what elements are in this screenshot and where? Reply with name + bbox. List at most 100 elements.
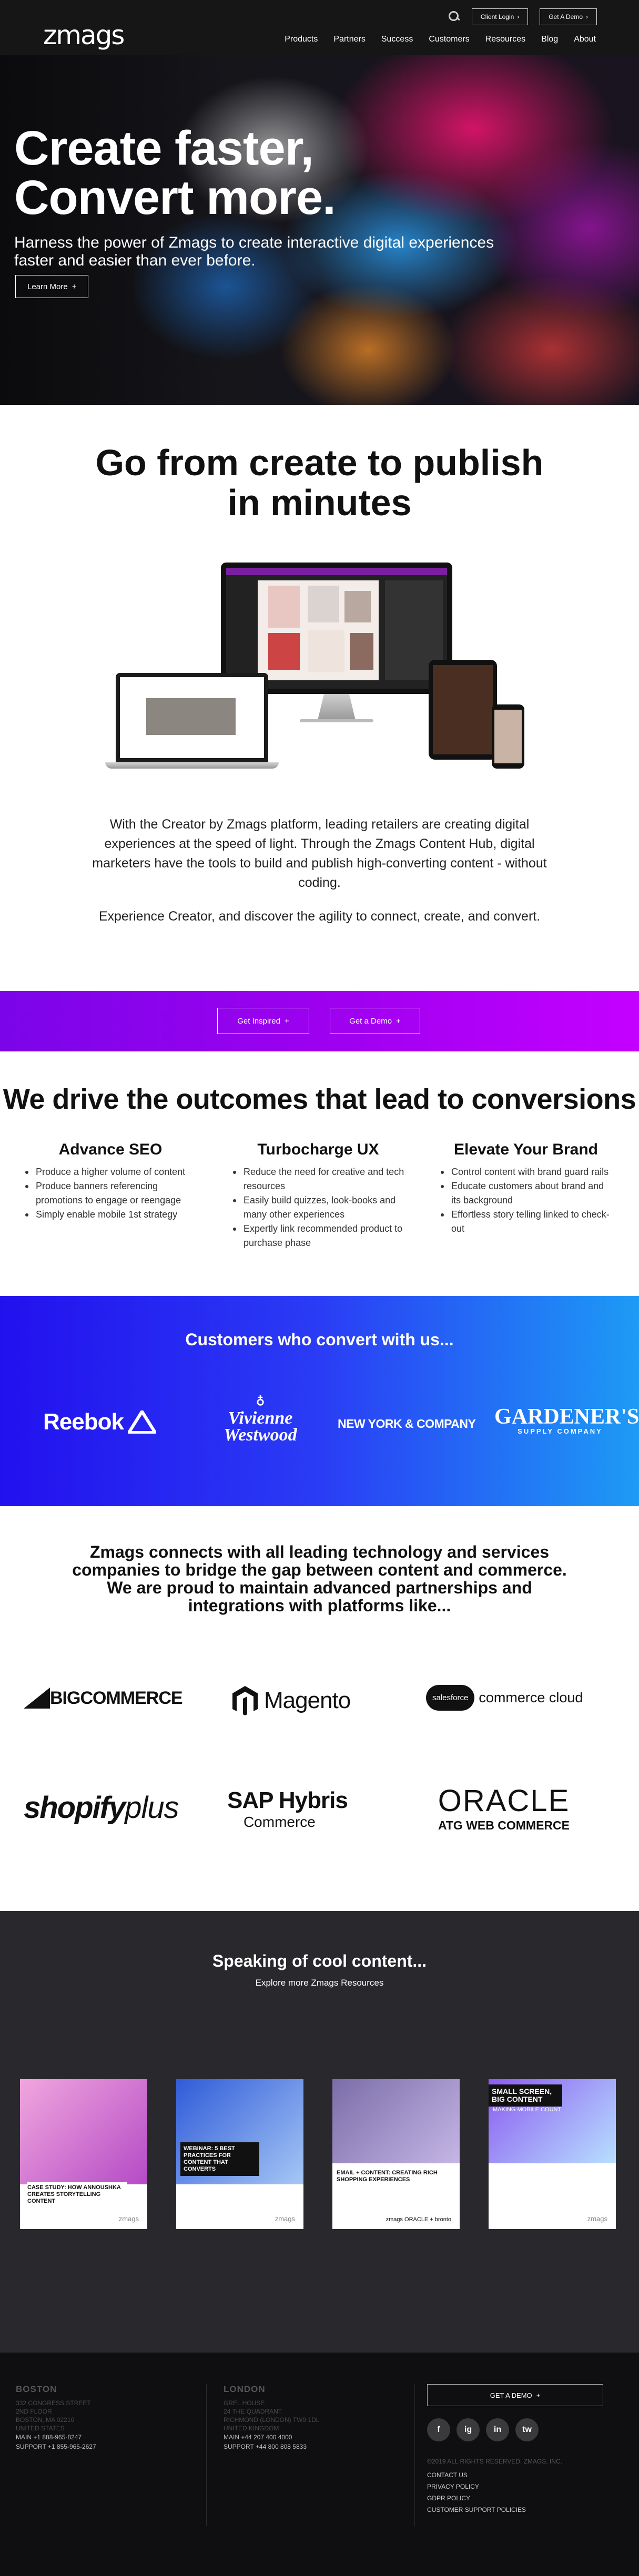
- nav-customers[interactable]: Customers: [429, 35, 469, 44]
- card-caption: EMAIL + CONTENT: CREATING RICH SHOPPING …: [337, 2170, 438, 2183]
- column-title: Elevate Your Brand: [454, 1141, 598, 1158]
- shopify-plus-logo: shopify plus: [24, 1790, 179, 1825]
- nav-about[interactable]: About: [574, 35, 596, 44]
- magento-mark-icon: [232, 1686, 258, 1715]
- list-item: Produce banners referencing promotions t…: [25, 1179, 200, 1208]
- resource-card-small-screen[interactable]: SMALL SCREEN, BIG CONTENT MAKING MOBILE …: [489, 2079, 616, 2229]
- nav-success[interactable]: Success: [381, 35, 413, 44]
- site-header: zmags Client Login › Get A Demo › Products…: [0, 0, 639, 55]
- card-caption: WEBINAR: 5 BEST PRACTICES FOR CONTENT TH…: [180, 2142, 259, 2176]
- resources-section: Speaking of cool content... Explore more…: [0, 1911, 639, 2353]
- laptop-image: [116, 673, 268, 762]
- footer-link-support[interactable]: CUSTOMER SUPPORT POLICIES: [427, 2504, 526, 2516]
- footer-links: CONTACT US PRIVACY POLICY GDPR POLICY CU…: [427, 2469, 526, 2516]
- footer-get-demo-button[interactable]: GET A DEMO +: [427, 2384, 603, 2406]
- search-icon[interactable]: [448, 11, 460, 23]
- support-phone[interactable]: SUPPORT +44 800 808 5833: [224, 2442, 319, 2451]
- tablet-image: [429, 660, 497, 760]
- bigcommerce-mark-icon: [24, 1688, 50, 1709]
- gardeners-wordmark: GARDENER'S: [494, 1405, 639, 1429]
- hero-title: Create faster, Convert more.: [14, 124, 336, 222]
- phone-image: [492, 704, 524, 769]
- list-item: Easily build quizzes, look-books and man…: [233, 1193, 408, 1222]
- salesforce-commerce-logo: salesforce commerce cloud: [426, 1685, 583, 1711]
- list-item: Effortless story telling linked to check…: [441, 1208, 615, 1236]
- list-item: Reduce the need for creative and tech re…: [233, 1165, 408, 1193]
- nav-products[interactable]: Products: [285, 35, 318, 44]
- sap-hybris-wordmark: SAP Hybris: [227, 1787, 348, 1813]
- outcomes-section: We drive the outcomes that lead to conve…: [0, 1051, 639, 1296]
- chevron-right-icon: ›: [517, 13, 520, 21]
- create-paragraph-1: With the Creator by Zmags platform, lead…: [92, 817, 547, 890]
- main-phone[interactable]: MAIN +1 888-965-8247: [16, 2432, 96, 2442]
- linkedin-icon[interactable]: in: [486, 2418, 509, 2441]
- hero-title-line1: Create faster,: [14, 121, 314, 175]
- learn-more-button[interactable]: Learn More +: [15, 275, 89, 298]
- main-phone[interactable]: MAIN +44 207 400 4000: [224, 2432, 319, 2442]
- create-title-line1: Go from create to publish: [95, 442, 544, 483]
- card-brand: zmags: [275, 2215, 295, 2223]
- address-line: 2ND FLOOR: [16, 2408, 52, 2415]
- get-demo-button[interactable]: Get A Demo ›: [540, 8, 597, 25]
- hero-title-line2: Convert more.: [14, 171, 336, 224]
- create-paragraph-2: Experience Creator, and discover the agi…: [98, 909, 541, 924]
- sap-commerce-wordmark: Commerce: [243, 1814, 316, 1830]
- plus-icon: +: [72, 282, 77, 291]
- outcomes-title: We drive the outcomes that lead to conve…: [3, 1083, 636, 1115]
- commerce-cloud-wordmark: commerce cloud: [479, 1690, 583, 1705]
- client-login-button[interactable]: Client Login ›: [471, 8, 529, 25]
- magento-wordmark: Magento: [264, 1688, 351, 1713]
- oracle-wordmark: ORACLE: [438, 1784, 570, 1818]
- zmags-logo[interactable]: zmags: [43, 20, 125, 50]
- learn-more-label: Learn More: [27, 282, 68, 291]
- bigcommerce-wordmark: BIGCOMMERCE: [50, 1688, 183, 1708]
- resource-card-webinar[interactable]: WEBINAR: 5 BEST PRACTICES FOR CONTENT TH…: [176, 2079, 303, 2229]
- card-brand: zmags: [118, 2215, 139, 2223]
- resources-subtitle[interactable]: Explore more Zmags Resources: [0, 1978, 639, 1988]
- client-login-label: Client Login: [480, 13, 514, 21]
- column-title: Advance SEO: [58, 1141, 163, 1158]
- nav-resources[interactable]: Resources: [485, 35, 525, 44]
- card-brand: zmags ORACLE + bronto: [386, 2216, 451, 2223]
- reebok-delta-icon: [127, 1410, 156, 1434]
- footer-link-contact[interactable]: CONTACT US: [427, 2469, 526, 2481]
- nav-partners[interactable]: Partners: [333, 35, 365, 44]
- resource-card-case-study[interactable]: CASE STUDY: HOW ANNOUSHKA CREATES STORYT…: [20, 2079, 147, 2229]
- card-brand: zmags: [587, 2215, 607, 2223]
- get-demo-label: Get A Demo: [549, 13, 583, 21]
- get-a-demo-label: Get a Demo: [349, 1016, 392, 1026]
- resource-card-email[interactable]: EMAIL + CONTENT: CREATING RICH SHOPPING …: [332, 2079, 460, 2229]
- cta-band: Get Inspired + Get a Demo +: [0, 991, 639, 1051]
- hero-banner: Create faster, Convert more. Harness the …: [0, 55, 639, 405]
- hero-subtitle: Harness the power of Zmags to create int…: [14, 234, 494, 269]
- footer-link-privacy[interactable]: PRIVACY POLICY: [427, 2481, 526, 2492]
- partners-section: Zmags connects with all leading technolo…: [0, 1506, 639, 1911]
- address-line: RICHMOND (LONDON) TW9 1DL: [224, 2416, 320, 2424]
- instagram-icon[interactable]: ig: [457, 2418, 480, 2441]
- chevron-right-icon: ›: [586, 13, 588, 21]
- footer-divider: [414, 2384, 415, 2526]
- create-section: Go from create to publish in minutes Wit…: [0, 405, 639, 991]
- oracle-atg-logo: ORACLE ATG WEB COMMERCE: [435, 1783, 572, 1833]
- atg-wordmark: ATG WEB COMMERCE: [438, 1818, 570, 1832]
- footer-link-gdpr[interactable]: GDPR POLICY: [427, 2492, 526, 2504]
- vivienne-westwood-logo: ♁ Vivienne Westwood: [218, 1393, 302, 1444]
- facebook-icon[interactable]: f: [427, 2418, 450, 2441]
- support-phone[interactable]: SUPPORT +1 855-965-2627: [16, 2442, 96, 2451]
- card-image: [20, 2079, 147, 2184]
- address-line: 24 THE QUADRANT: [224, 2408, 282, 2415]
- get-a-demo-button[interactable]: Get a Demo +: [330, 1008, 420, 1034]
- twitter-icon[interactable]: tw: [515, 2418, 539, 2441]
- salesforce-cloud-icon: salesforce: [426, 1685, 475, 1711]
- partners-text: Zmags connects with all leading technolo…: [72, 1542, 567, 1615]
- list-item: Simply enable mobile 1st strategy: [25, 1208, 200, 1222]
- list-item: Control content with brand guard rails: [441, 1165, 615, 1179]
- footer-demo-label: GET A DEMO: [490, 2391, 532, 2399]
- card-caption: SMALL SCREEN, BIG CONTENT: [489, 2084, 562, 2107]
- nav-blog[interactable]: Blog: [541, 35, 558, 44]
- get-inspired-button[interactable]: Get Inspired +: [217, 1008, 309, 1034]
- card-image: [332, 2079, 460, 2163]
- sap-hybris-logo: SAP Hybris Commerce: [227, 1787, 348, 1831]
- create-title-line2: in minutes: [227, 482, 412, 523]
- advance-seo-column: Advance SEO Produce a higher volume of c…: [21, 1141, 200, 1222]
